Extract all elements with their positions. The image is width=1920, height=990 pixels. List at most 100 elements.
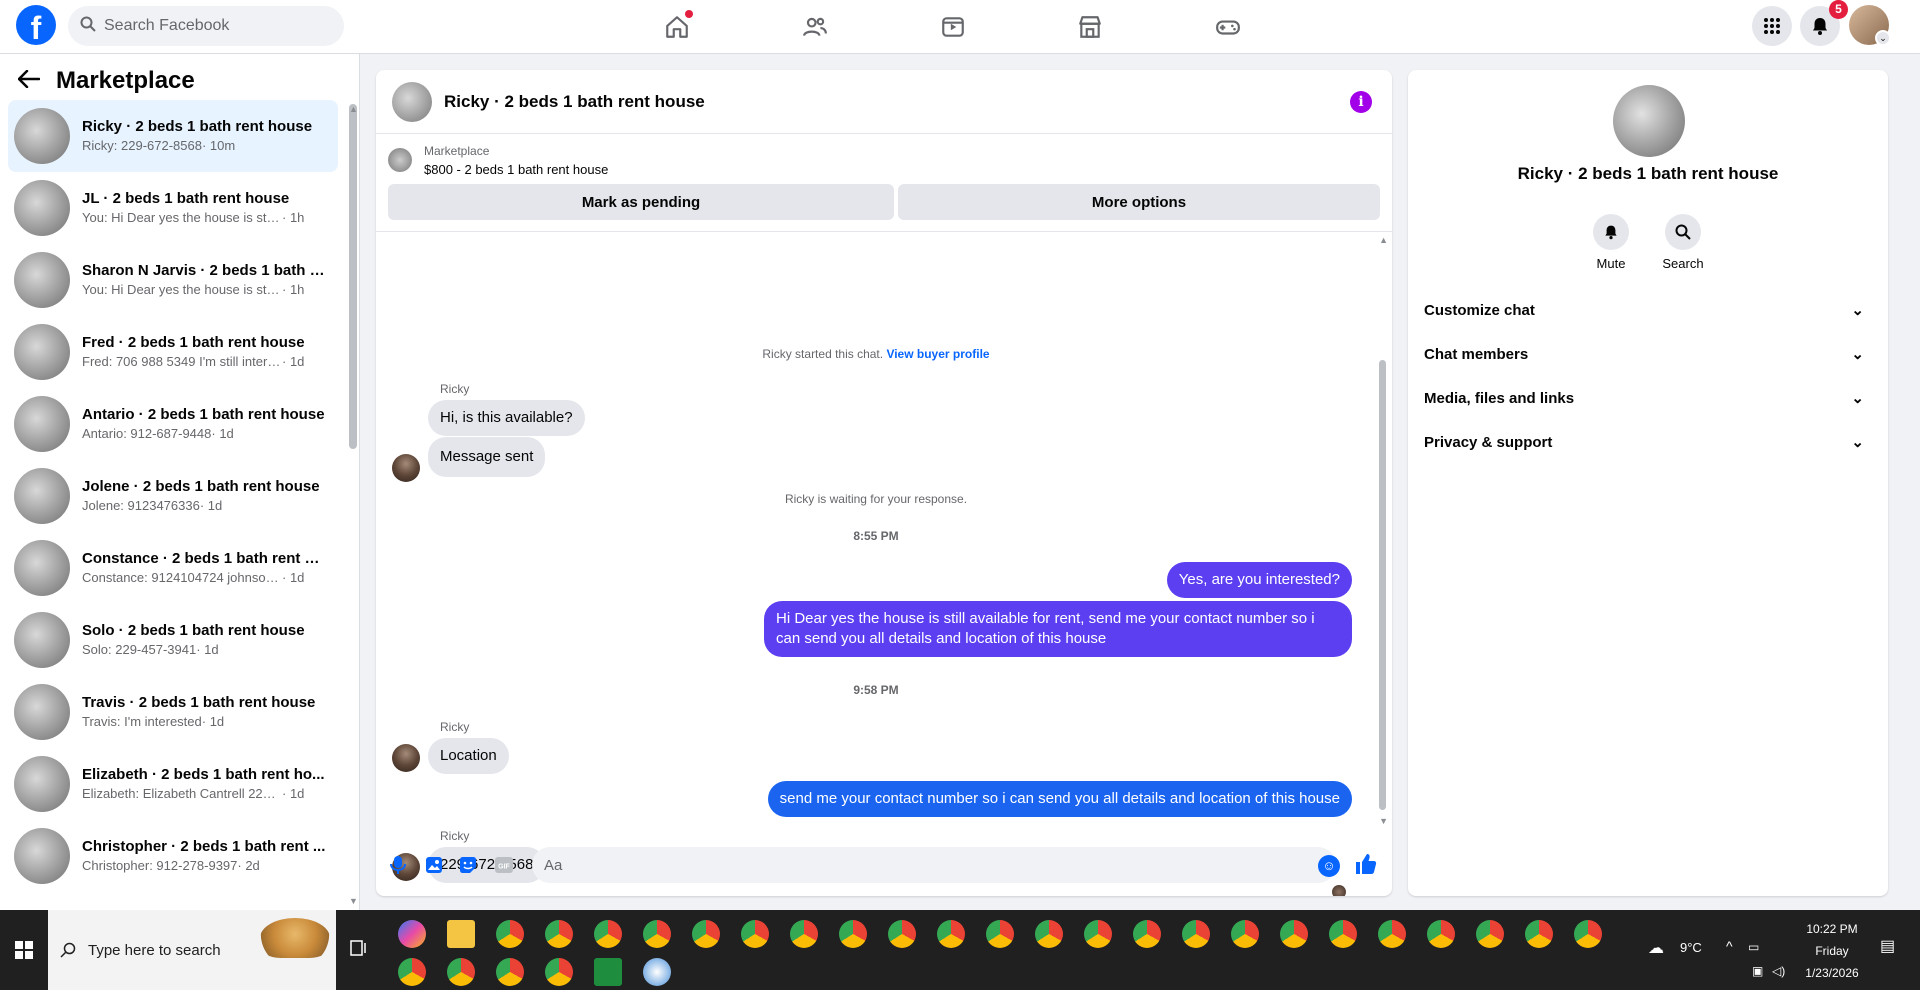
paint-icon[interactable] [643, 958, 671, 986]
facebook-logo[interactable]: f [16, 5, 56, 45]
show-hidden-icons-chevron-icon[interactable]: ^ [1726, 938, 1733, 954]
chrome-icon[interactable] [1182, 920, 1210, 948]
scroll-down-arrow-icon[interactable]: ▼ [349, 896, 358, 906]
search-input[interactable] [104, 17, 324, 35]
listing-avatar[interactable] [1613, 85, 1685, 157]
weather-icon[interactable]: ☁ [1648, 938, 1664, 958]
weather-temperature[interactable]: 9°C [1680, 940, 1702, 955]
sticker-icon[interactable] [457, 854, 479, 876]
chrome-icon[interactable] [447, 958, 475, 986]
gif-icon[interactable]: GIF [493, 854, 515, 876]
chat-scrollbar[interactable] [1379, 360, 1386, 810]
incoming-message[interactable]: Message sent [428, 437, 546, 477]
task-view-icon[interactable] [350, 940, 370, 958]
mark-as-pending-button[interactable]: Mark as pending [388, 184, 894, 220]
volume-icon[interactable]: ◁) [1772, 964, 1785, 978]
clock-date[interactable]: 1/23/2026 [1800, 966, 1864, 980]
nav-marketplace-tab[interactable] [1034, 6, 1146, 48]
nav-video-tab[interactable] [897, 6, 1009, 48]
media-files-links-section[interactable]: Media, files and links ⌄ [1424, 378, 1872, 418]
outgoing-message[interactable]: Yes, are you interested? [1166, 562, 1352, 598]
chrome-icon[interactable] [1427, 920, 1455, 948]
facebook-search[interactable] [68, 6, 344, 46]
info-icon[interactable]: i [1350, 91, 1372, 113]
taskbar-search-input[interactable] [88, 941, 248, 959]
message-input[interactable] [532, 847, 1336, 883]
chrome-icon[interactable] [1231, 920, 1259, 948]
chrome-icon[interactable] [888, 920, 916, 948]
clock-day[interactable]: Friday [1802, 944, 1862, 958]
view-buyer-profile-link[interactable]: View buyer profile [886, 347, 989, 361]
conversation-item[interactable]: Solo · 2 beds 1 bath rent house Solo: 229… [8, 604, 338, 676]
outgoing-message[interactable]: send me your contact number so i can sen… [767, 781, 1352, 817]
system-tray-meet-icon[interactable]: ▭ [1748, 940, 1759, 954]
incoming-message[interactable]: Location [428, 738, 509, 774]
conversation-item[interactable]: Constance · 2 beds 1 bath rent h... Const… [8, 532, 338, 604]
chrome-icon[interactable] [839, 920, 867, 948]
chrome-icon[interactable] [986, 920, 1014, 948]
listing-thumbnail[interactable] [388, 148, 412, 172]
menu-button[interactable] [1752, 6, 1792, 46]
microphone-icon[interactable] [387, 854, 409, 876]
chat-avatar[interactable] [392, 81, 432, 122]
scroll-up-arrow-icon[interactable]: ▲ [349, 104, 358, 114]
outgoing-message[interactable]: Hi Dear yes the house is still available… [764, 601, 1352, 657]
nav-friends-tab[interactable] [759, 6, 871, 48]
more-options-button[interactable]: More options [898, 184, 1380, 220]
chrome-icon[interactable] [1280, 920, 1308, 948]
back-arrow-icon[interactable] [17, 69, 41, 93]
chat-title[interactable]: Ricky · 2 beds 1 bath rent house [444, 92, 705, 112]
chrome-icon[interactable] [1084, 920, 1112, 948]
chrome-icon[interactable] [545, 958, 573, 986]
mute-button[interactable]: Mute [1571, 214, 1651, 271]
conversation-item[interactable]: Elizabeth · 2 beds 1 bath rent ho... Eliz… [8, 748, 338, 820]
chrome-icon[interactable] [741, 920, 769, 948]
privacy-support-section[interactable]: Privacy & support ⌄ [1424, 422, 1872, 462]
chrome-icon[interactable] [692, 920, 720, 948]
chrome-icon[interactable] [1329, 920, 1357, 948]
network-icon[interactable]: ▣ [1752, 964, 1763, 978]
taskbar-search[interactable] [48, 910, 336, 990]
sheets-icon[interactable] [594, 958, 622, 986]
search-in-chat-button[interactable]: Search [1643, 214, 1723, 271]
chat-members-section[interactable]: Chat members ⌄ [1424, 334, 1872, 374]
chrome-icon[interactable] [790, 920, 818, 948]
emoji-icon[interactable]: ☺ [1318, 855, 1340, 877]
sidebar-scrollbar[interactable] [349, 104, 357, 449]
conversation-item[interactable]: Travis · 2 beds 1 bath rent house Travis:… [8, 676, 338, 748]
chrome-icon[interactable] [1378, 920, 1406, 948]
conversation-item[interactable]: Jolene · 2 beds 1 bath rent house Jolene:… [8, 460, 338, 532]
chrome-icon[interactable] [496, 958, 524, 986]
chrome-icon[interactable] [594, 920, 622, 948]
chat-scroll-down-arrow-icon[interactable]: ▼ [1379, 816, 1388, 826]
file-explorer-icon[interactable] [447, 920, 475, 948]
chrome-icon[interactable] [1476, 920, 1504, 948]
thumbs-up-icon[interactable] [1354, 852, 1380, 878]
chrome-icon[interactable] [398, 958, 426, 986]
chrome-icon[interactable] [1574, 920, 1602, 948]
chrome-icon[interactable] [545, 920, 573, 948]
chrome-icon[interactable] [1133, 920, 1161, 948]
nav-gaming-tab[interactable] [1172, 6, 1284, 48]
conversation-item[interactable]: Ricky · 2 beds 1 bath rent house Ricky: 2… [8, 100, 338, 172]
conversation-item[interactable]: Antario · 2 beds 1 bath rent house Antari… [8, 388, 338, 460]
sender-avatar[interactable] [392, 454, 420, 482]
chrome-icon[interactable] [496, 920, 524, 948]
chrome-icon[interactable] [1525, 920, 1553, 948]
customize-chat-section[interactable]: Customize chat ⌄ [1424, 290, 1872, 330]
chrome-icon[interactable] [1035, 920, 1063, 948]
conversation-item[interactable]: JL · 2 beds 1 bath rent house You: Hi Dea… [8, 172, 338, 244]
copilot-icon[interactable] [398, 920, 426, 948]
incoming-message[interactable]: Hi, is this available? [428, 400, 585, 436]
start-button[interactable] [0, 910, 48, 990]
conversation-item[interactable]: Sharon N Jarvis · 2 beds 1 bath r... You:… [8, 244, 338, 316]
listing-price[interactable]: $800 - 2 beds 1 bath rent house [424, 162, 608, 177]
notifications-button[interactable]: 5 [1800, 0, 1848, 46]
chrome-icon[interactable] [643, 920, 671, 948]
chevron-down-icon[interactable]: ⌄ [1875, 30, 1891, 46]
photo-icon[interactable] [423, 854, 445, 876]
nav-home-tab[interactable] [621, 6, 733, 48]
chrome-icon[interactable] [937, 920, 965, 948]
sender-avatar[interactable] [392, 744, 420, 772]
notification-center-icon[interactable]: ▤ [1880, 936, 1895, 956]
